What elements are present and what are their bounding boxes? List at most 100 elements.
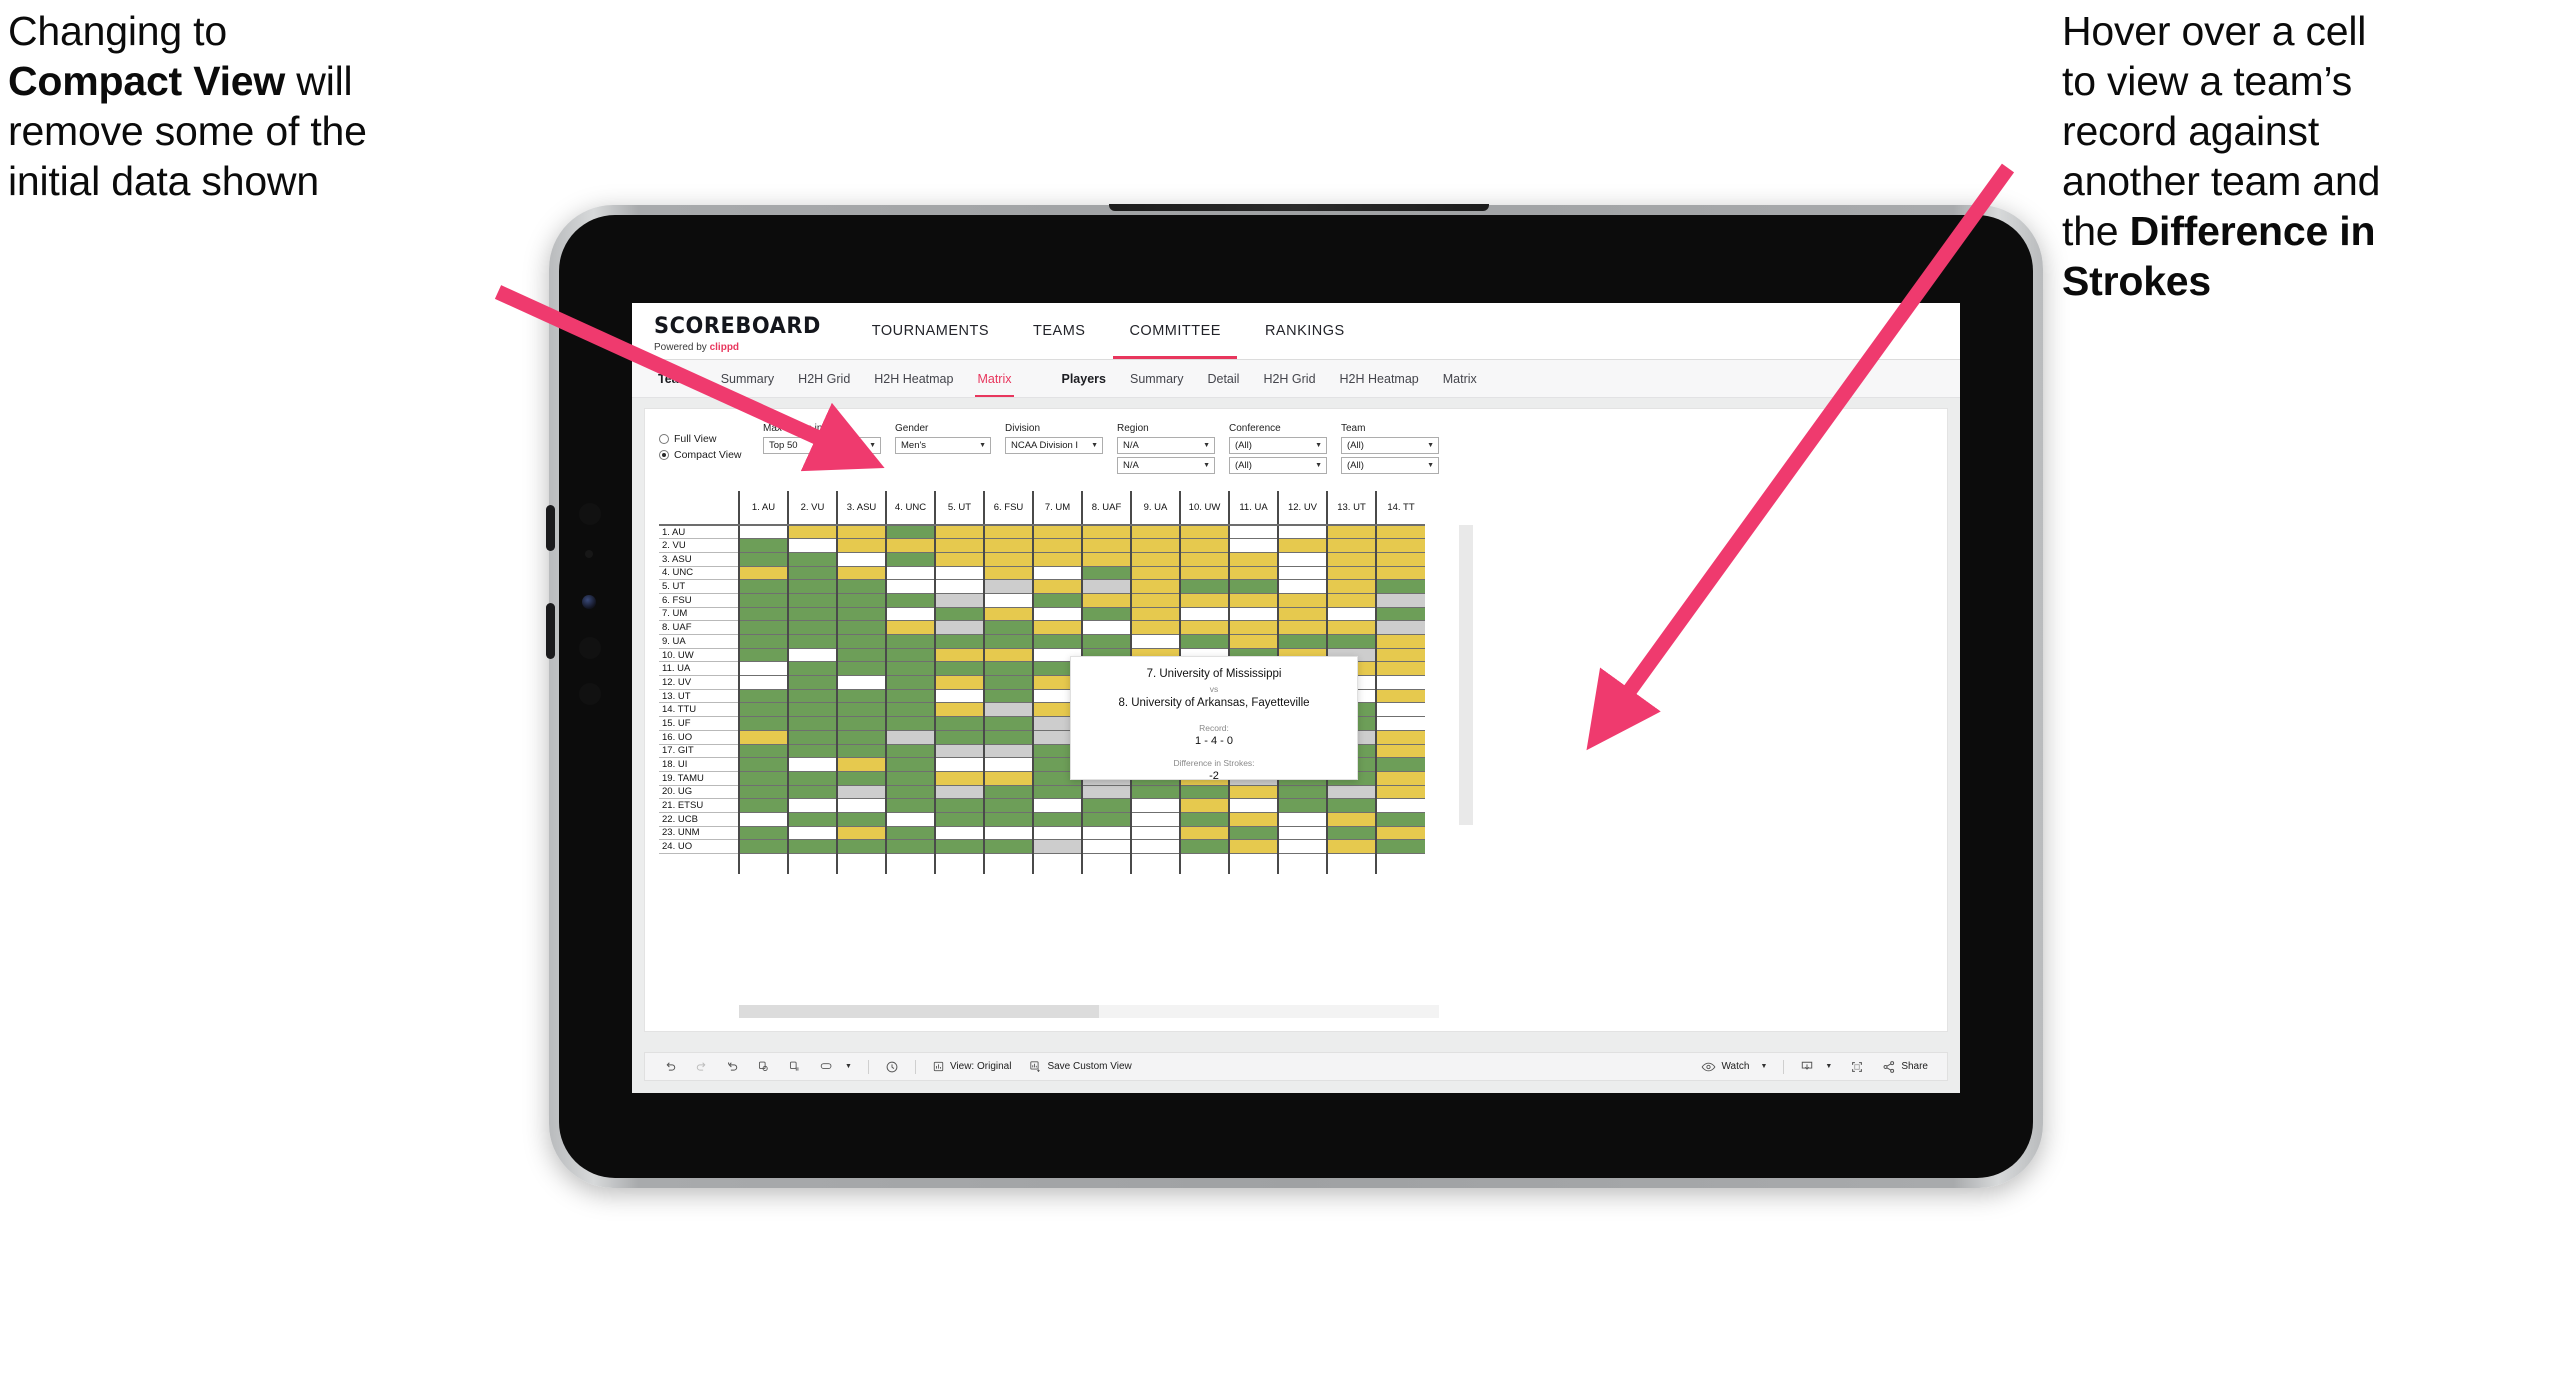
matrix-cell[interactable] [1228, 812, 1278, 827]
matrix-cell[interactable] [934, 593, 984, 608]
matrix-cell[interactable] [1228, 525, 1278, 540]
matrix-cell[interactable] [1130, 798, 1180, 813]
matrix-cell[interactable] [934, 798, 984, 813]
refresh-data-button[interactable] [748, 1053, 779, 1080]
matrix-cell[interactable] [787, 730, 837, 745]
matrix-cell[interactable] [934, 730, 984, 745]
matrix-cell[interactable] [1032, 525, 1082, 540]
matrix-cell[interactable] [983, 607, 1033, 622]
matrix-horizontal-scrollbar[interactable] [739, 1005, 1439, 1018]
matrix-cell[interactable] [983, 552, 1033, 567]
matrix-cell[interactable] [1032, 826, 1082, 841]
matrix-cell[interactable] [1228, 538, 1278, 553]
matrix-cell[interactable] [983, 620, 1033, 635]
matrix-cell[interactable] [885, 607, 935, 622]
history-clock-button[interactable] [876, 1053, 908, 1080]
matrix-cell[interactable] [885, 661, 935, 677]
subnav-players-detail[interactable]: Detail [1195, 372, 1251, 386]
matrix-cell[interactable] [1081, 607, 1131, 622]
matrix-cell[interactable] [934, 620, 984, 635]
matrix-cell[interactable] [1375, 538, 1425, 553]
matrix-cell[interactable] [738, 552, 788, 567]
matrix-cell[interactable] [836, 661, 886, 677]
matrix-cell[interactable] [983, 702, 1033, 718]
matrix-cell[interactable] [1228, 566, 1278, 581]
watch-button[interactable]: Watch ▼ [1692, 1053, 1776, 1080]
matrix-cell[interactable] [934, 702, 984, 718]
matrix-cell[interactable] [983, 661, 1033, 677]
matrix-cell[interactable] [1375, 757, 1425, 772]
matrix-cell[interactable] [1228, 785, 1278, 800]
matrix-cell[interactable] [983, 716, 1033, 731]
brand-logo[interactable]: SCOREBOARD Powered by clippd [632, 303, 850, 359]
matrix-cell[interactable] [787, 798, 837, 813]
download-button[interactable]: ▼ [1791, 1053, 1841, 1080]
matrix-cell[interactable] [787, 634, 837, 649]
matrix-cell[interactable] [738, 757, 788, 772]
matrix-cell[interactable] [787, 689, 837, 704]
matrix-cell[interactable] [787, 771, 837, 786]
matrix-cell[interactable] [787, 785, 837, 800]
matrix-cell[interactable] [885, 826, 935, 841]
matrix-cell[interactable] [738, 593, 788, 608]
matrix-cell[interactable] [836, 812, 886, 827]
matrix-cell[interactable] [1277, 525, 1327, 540]
matrix-cell[interactable] [1032, 798, 1082, 813]
matrix-cell[interactable] [1375, 702, 1425, 718]
matrix-cell[interactable] [738, 771, 788, 786]
matrix-cell[interactable] [836, 826, 886, 841]
matrix-cell[interactable] [1179, 525, 1229, 540]
matrix-cell[interactable] [1326, 538, 1376, 553]
matrix-cell[interactable] [934, 634, 984, 649]
matrix-cell[interactable] [885, 812, 935, 827]
matrix-cell[interactable] [738, 620, 788, 635]
matrix-cell[interactable] [1375, 716, 1425, 731]
filter-region-select[interactable]: N/A ▼ [1117, 437, 1215, 454]
filter-region-select-2[interactable]: N/A ▼ [1117, 457, 1215, 474]
matrix-cell[interactable] [836, 607, 886, 622]
matrix-cell[interactable] [1032, 812, 1082, 827]
matrix-cell[interactable] [787, 826, 837, 841]
filter-division-select[interactable]: NCAA Division I ▼ [1005, 437, 1103, 454]
matrix-cell[interactable] [1277, 538, 1327, 553]
matrix-cell[interactable] [1032, 566, 1082, 581]
matrix-cell[interactable] [787, 552, 837, 567]
matrix-cell[interactable] [836, 771, 886, 786]
matrix-cell[interactable] [738, 675, 788, 690]
matrix-cell[interactable] [1228, 593, 1278, 608]
matrix-cell[interactable] [1228, 552, 1278, 567]
matrix-cell[interactable] [836, 634, 886, 649]
matrix-cell[interactable] [1277, 785, 1327, 800]
matrix-cell[interactable] [1277, 607, 1327, 622]
matrix-cell[interactable] [1032, 634, 1082, 649]
matrix-cell[interactable] [836, 757, 886, 772]
matrix-cell[interactable] [1326, 785, 1376, 800]
matrix-cell[interactable] [983, 757, 1033, 772]
matrix-cell[interactable] [1326, 839, 1376, 854]
matrix-cell[interactable] [1179, 538, 1229, 553]
matrix-cell[interactable] [1228, 634, 1278, 649]
matrix-cell[interactable] [983, 839, 1033, 854]
matrix-cell[interactable] [1326, 798, 1376, 813]
matrix-cell[interactable] [1375, 730, 1425, 745]
device-layout-dropdown[interactable]: ▼ [810, 1053, 861, 1080]
matrix-cell[interactable] [1375, 607, 1425, 622]
matrix-cell[interactable] [1179, 634, 1229, 649]
topnav-teams[interactable]: TEAMS [1011, 303, 1107, 359]
matrix-cell[interactable] [1179, 826, 1229, 841]
matrix-cell[interactable] [836, 716, 886, 731]
pause-updates-button[interactable] [779, 1053, 810, 1080]
matrix-cell[interactable] [934, 552, 984, 567]
matrix-cell[interactable] [1228, 607, 1278, 622]
matrix-cell[interactable] [885, 757, 935, 772]
matrix-cell[interactable] [1326, 826, 1376, 841]
matrix-cell[interactable] [1179, 785, 1229, 800]
matrix-cell[interactable] [787, 675, 837, 690]
matrix-cell[interactable] [836, 648, 886, 663]
matrix-cell[interactable] [1081, 579, 1131, 594]
matrix-cell[interactable] [1375, 771, 1425, 786]
matrix-cell[interactable] [787, 579, 837, 594]
matrix-cell[interactable] [983, 675, 1033, 690]
matrix-cell[interactable] [983, 812, 1033, 827]
matrix-cell[interactable] [885, 785, 935, 800]
